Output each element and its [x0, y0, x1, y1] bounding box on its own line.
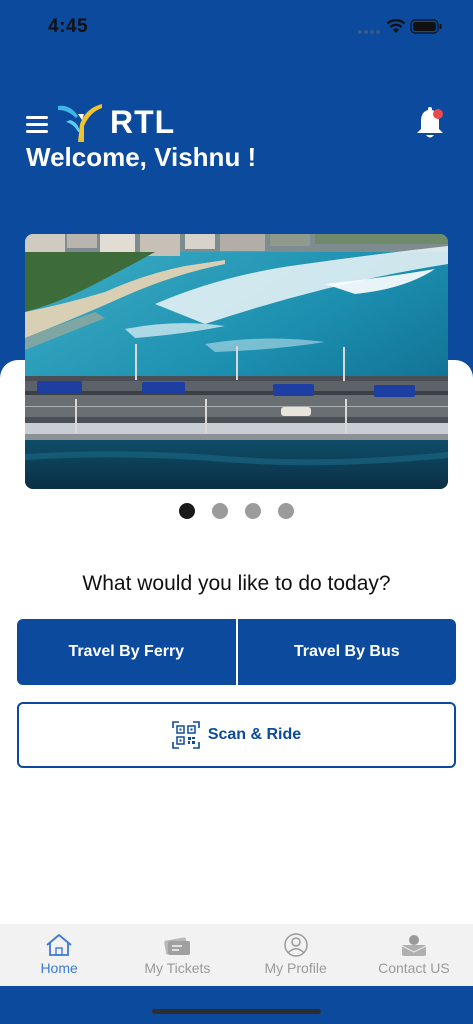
travel-by-ferry-button[interactable]: Travel By Ferry [17, 619, 236, 685]
hamburger-menu-icon[interactable] [26, 116, 48, 134]
status-bar: 4:45 [0, 0, 473, 54]
wifi-icon [386, 19, 406, 33]
travel-options: Travel By Ferry Travel By Bus [17, 619, 456, 685]
carousel-page-indicator[interactable] [179, 503, 294, 519]
bottom-safe-area [0, 986, 473, 1024]
contact-icon [401, 935, 427, 956]
home-indicator[interactable] [152, 1009, 321, 1014]
battery-icon [410, 19, 442, 34]
carousel-dot[interactable] [212, 503, 228, 519]
tab-contact-us[interactable]: Contact US [355, 924, 473, 986]
tab-my-profile[interactable]: My Profile [237, 924, 355, 986]
tab-my-tickets-label: My Tickets [144, 960, 211, 976]
sea-bridge-photo [25, 234, 448, 489]
welcome-message: Welcome, Vishnu ! [26, 142, 257, 172]
travel-by-bus-button[interactable]: Travel By Bus [237, 619, 456, 685]
carousel-dot[interactable] [179, 503, 195, 519]
cellular-signal-icon [358, 30, 380, 34]
tab-home-label: Home [40, 960, 78, 976]
bottom-tab-bar: Home My Tickets My Profile Contact US [0, 924, 473, 986]
carousel-dot[interactable] [245, 503, 261, 519]
scan-and-ride-label: Scan & Ride [207, 726, 302, 743]
qr-code-icon [172, 721, 200, 749]
tab-my-tickets[interactable]: My Tickets [118, 924, 236, 986]
travel-by-ferry-label: Travel By Ferry [68, 643, 185, 660]
tab-my-profile-label: My Profile [264, 960, 327, 976]
carousel-dot[interactable] [278, 503, 294, 519]
action-prompt: What would you like to do today? [82, 572, 391, 595]
profile-icon [283, 933, 308, 957]
brand-name: RTL [110, 104, 176, 140]
scan-and-ride-button[interactable]: Scan & Ride [17, 702, 456, 768]
notification-bell-icon[interactable] [413, 105, 447, 141]
tickets-icon [164, 937, 191, 955]
tab-home[interactable]: Home [0, 924, 118, 986]
travel-by-bus-label: Travel By Bus [293, 643, 400, 660]
home-icon [46, 934, 72, 956]
status-time: 4:45 [48, 16, 89, 37]
promo-banner-image[interactable] [25, 234, 448, 489]
rtl-logo-icon [58, 104, 102, 142]
tab-contact-us-label: Contact US [378, 960, 450, 976]
